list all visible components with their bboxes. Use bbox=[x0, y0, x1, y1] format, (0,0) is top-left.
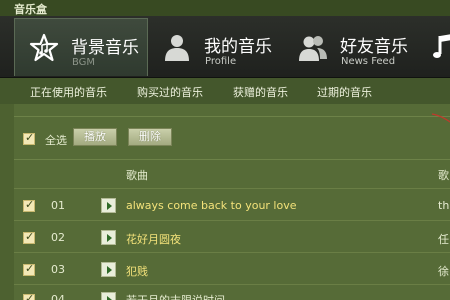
tab-profile-sub: Profile bbox=[205, 56, 237, 67]
row-divider bbox=[14, 220, 450, 221]
subnav-expired[interactable]: 过期的音乐 bbox=[317, 84, 372, 100]
column-song: 歌曲 bbox=[126, 169, 148, 182]
play-icon[interactable] bbox=[101, 262, 116, 277]
tab-bgm-label: 背景音乐 bbox=[71, 38, 139, 58]
tab-news-feed-label: 好友音乐 bbox=[340, 37, 408, 57]
tab-profile[interactable]: 我的音乐 Profile bbox=[148, 18, 282, 76]
subnav-purchased[interactable]: 购买过的音乐 bbox=[137, 84, 203, 100]
main-nav: 背景音乐 BGM 我的音乐 Profile 好友音乐 News Feed bbox=[0, 16, 450, 78]
song-title[interactable]: 犯贱 bbox=[126, 263, 148, 279]
star-note-icon bbox=[29, 33, 59, 62]
play-icon[interactable] bbox=[101, 292, 116, 300]
row-checkbox[interactable]: ✓ bbox=[23, 230, 35, 244]
tab-bgm-sub: BGM bbox=[72, 57, 96, 68]
header-divider bbox=[14, 159, 450, 160]
row-checkbox[interactable]: ✓ bbox=[23, 262, 35, 276]
song-artist: 任 bbox=[438, 233, 449, 246]
row-checkbox[interactable]: ✓ bbox=[23, 292, 35, 300]
tab-bgm[interactable]: 背景音乐 BGM bbox=[14, 18, 148, 76]
sub-navigation: 正在使用的音乐 购买过的音乐 获赠的音乐 过期的音乐 bbox=[0, 78, 450, 104]
row-divider bbox=[14, 284, 450, 285]
people-icon bbox=[299, 36, 327, 61]
divider bbox=[14, 116, 450, 117]
row-divider bbox=[14, 252, 450, 253]
song-title[interactable]: always come back to your love bbox=[126, 199, 297, 212]
scroll-hint-icon bbox=[431, 113, 450, 123]
subnav-in-use[interactable]: 正在使用的音乐 bbox=[30, 84, 107, 100]
tab-profile-label: 我的音乐 bbox=[204, 37, 272, 57]
tab-news-feed-sub: News Feed bbox=[341, 56, 396, 67]
row-number: 02 bbox=[51, 231, 65, 244]
column-artist: 歌 bbox=[438, 169, 449, 182]
row-number: 03 bbox=[51, 263, 65, 276]
window-title: 音乐盒 bbox=[14, 3, 47, 16]
play-icon[interactable] bbox=[101, 230, 116, 245]
song-artist: 徐 bbox=[438, 265, 449, 278]
row-divider bbox=[14, 188, 450, 189]
delete-button[interactable]: 删除 bbox=[128, 128, 172, 146]
select-all-label: 全选 bbox=[45, 134, 67, 147]
check-icon: ✓ bbox=[25, 262, 35, 275]
title-bar: 音乐盒 bbox=[0, 0, 450, 16]
subnav-gifted[interactable]: 获赠的音乐 bbox=[233, 84, 288, 100]
person-icon bbox=[165, 35, 189, 61]
play-icon[interactable] bbox=[101, 198, 116, 213]
tab-music[interactable] bbox=[424, 18, 450, 76]
select-all-checkbox[interactable]: ✓ bbox=[23, 131, 35, 145]
song-title[interactable]: 若干月的末限说时间 bbox=[126, 292, 225, 300]
music-note-icon bbox=[433, 34, 450, 58]
check-icon: ✓ bbox=[25, 292, 35, 300]
row-checkbox[interactable]: ✓ bbox=[23, 198, 35, 212]
check-icon: ✓ bbox=[25, 131, 35, 144]
row-number: 04 bbox=[51, 293, 65, 300]
check-icon: ✓ bbox=[25, 230, 35, 243]
check-icon: ✓ bbox=[25, 198, 35, 211]
play-button[interactable]: 播放 bbox=[73, 128, 117, 146]
song-artist: th bbox=[438, 199, 450, 212]
tab-news-feed[interactable]: 好友音乐 News Feed bbox=[284, 18, 424, 76]
row-number: 01 bbox=[51, 199, 65, 212]
song-title[interactable]: 花好月圆夜 bbox=[126, 231, 181, 247]
